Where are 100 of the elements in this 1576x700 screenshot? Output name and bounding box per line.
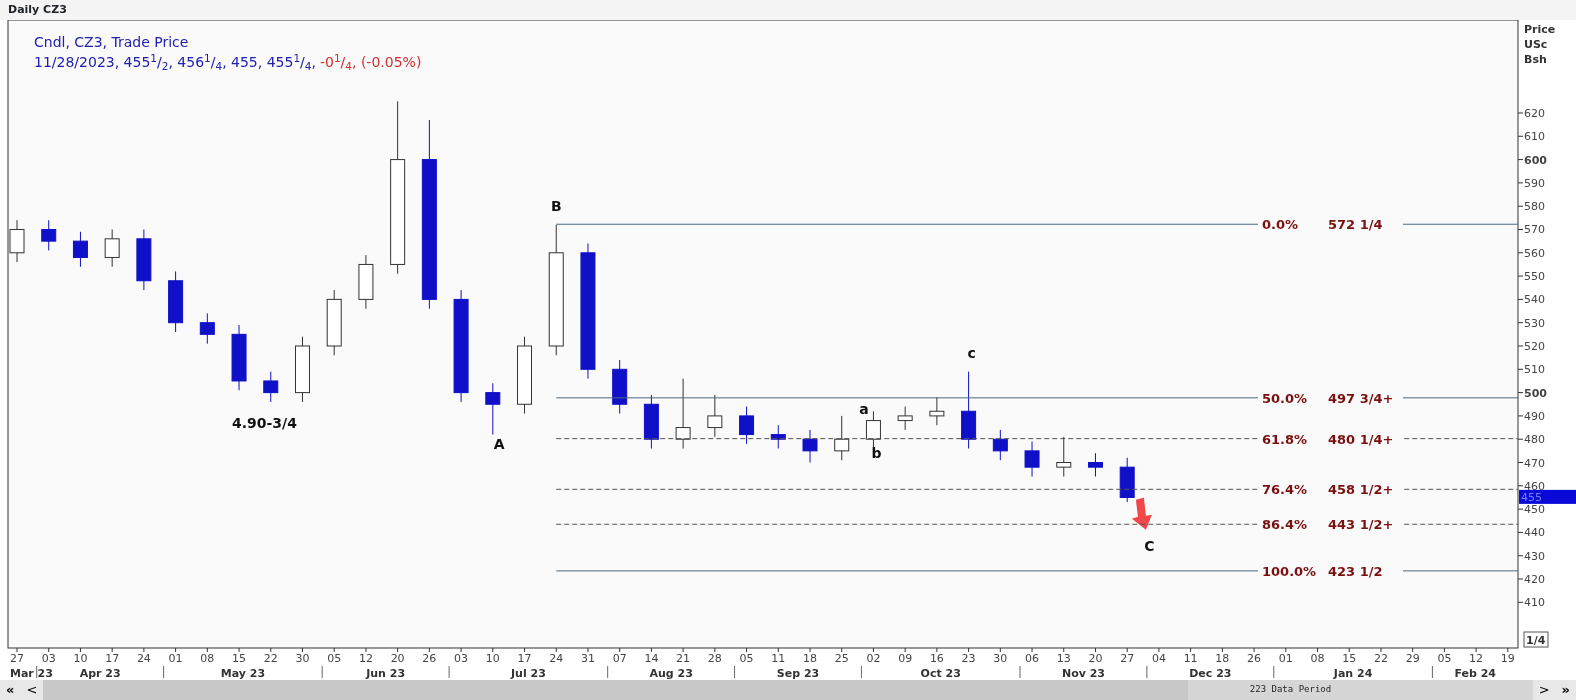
data-period-label: 223 Data Period (1249, 683, 1332, 697)
wave-label: c (967, 344, 976, 361)
axis-label: 620 (1524, 107, 1545, 120)
axis-label: 22 (263, 652, 278, 665)
wave-label: 4.90-3/4 (231, 414, 297, 431)
retracement-percent: 0.0% (1262, 217, 1299, 233)
month-label: Oct 23 (920, 667, 961, 680)
axis-label: 30 (295, 652, 310, 665)
month-label: Aug 23 (649, 667, 693, 680)
candle (707, 394, 723, 438)
axis-label: 29 (1405, 652, 1420, 665)
axis-label: 05 (1437, 652, 1452, 665)
wave-label: b (871, 444, 882, 461)
retracement-percent: 100.0% (1262, 563, 1317, 579)
axis-label: 15 (232, 652, 247, 665)
axis-label: 12 (1469, 652, 1484, 665)
axis-label: 450 (1524, 503, 1545, 517)
axis-label: 27 (1120, 652, 1135, 665)
axis-label: 04 (1151, 652, 1166, 665)
axis-label: 26 (1247, 652, 1262, 665)
month-label: Jan 24 (1333, 667, 1373, 680)
candle (802, 429, 818, 463)
axis-label: 16 (929, 652, 944, 665)
month-label: Apr 23 (79, 667, 121, 680)
axis-label: 580 (1524, 200, 1545, 214)
axis-label: 21 (676, 652, 691, 665)
axis-label: 10 (73, 652, 88, 665)
retracement-percent: 86.4% (1262, 517, 1308, 533)
axis-label: 28 (707, 652, 722, 665)
wave-label: C (1144, 538, 1155, 555)
axis-label: 11 (771, 652, 786, 665)
candle (1119, 457, 1135, 503)
wave-label: a (859, 400, 869, 417)
axis-label: 550 (1524, 270, 1545, 284)
axis-label: 18 (803, 652, 817, 665)
candle (231, 324, 247, 391)
axis-label: 14 (644, 652, 659, 665)
retracement-price: 480 1/4+ (1328, 431, 1394, 447)
axis-label: 420 (1524, 573, 1545, 586)
axis-label: 430 (1524, 549, 1545, 563)
axis-label: 08 (200, 652, 215, 665)
legend-change: -0$^{1}$/$_{4}$, (-0.05%) (319, 52, 422, 72)
axis-label: 20 (390, 652, 405, 665)
candle (612, 359, 628, 415)
axis-label: 30 (993, 652, 1008, 665)
month-label: Jul 23 (510, 667, 546, 680)
axis-label: 03 (41, 652, 56, 665)
axis-label: 27 (10, 652, 24, 665)
month-label: Feb 24 (1454, 667, 1496, 680)
axis-label: 05 (327, 652, 342, 665)
axis-label: 530 (1524, 316, 1545, 330)
candle (72, 231, 88, 268)
price-tag: 455 (1519, 489, 1576, 504)
axis-label: 26 (422, 652, 437, 665)
axis-label: 600 (1524, 153, 1547, 167)
axis-label: 10 (485, 652, 500, 665)
axis-label: 01 (168, 652, 183, 665)
candle (1056, 436, 1072, 477)
retracement-price: 423 1/2 (1328, 563, 1383, 579)
axis-label: 570 (1524, 223, 1545, 237)
axis-label: 17 (105, 652, 120, 665)
axis-label: 07 (612, 652, 627, 665)
candle (168, 270, 184, 333)
candle (897, 406, 913, 431)
candle (136, 229, 152, 291)
scale-button[interactable]: 1/4 (1523, 631, 1549, 648)
candle (1024, 441, 1040, 477)
axis-label: 490 (1524, 409, 1545, 423)
axis-label: 20 (1088, 652, 1103, 665)
candle (643, 394, 659, 450)
month-label: Sep 23 (776, 667, 820, 680)
axis-label: 510 (1524, 363, 1545, 377)
axis-label: 08 (1310, 652, 1325, 665)
candle (834, 415, 850, 461)
candle (992, 429, 1008, 461)
axis-label: 22 (1373, 652, 1388, 665)
axis-label: 23 (961, 652, 976, 665)
candle (770, 424, 786, 450)
axis-label: 410 (1524, 596, 1545, 610)
retracement-percent: 50.0% (1262, 390, 1308, 406)
axis-label: 500 (1524, 386, 1547, 400)
axis-title: USc (1524, 38, 1548, 51)
scrollbar-thumb[interactable] (43, 680, 1189, 700)
legend-values: 11/28/2023, 455$^{1}$/$_{2}$, 456$^{1}$/$_{4}$, 455, 455$^{1}$/$_{4}$, (34, 52, 316, 72)
down-arrow-icon (1131, 497, 1152, 530)
axis-label: 17 (517, 652, 532, 665)
month-label: Nov 23 (1061, 667, 1105, 680)
axis-label: 31 (580, 652, 595, 665)
retracement-price: 443 1/2+ (1328, 517, 1394, 533)
retracement-percent: 76.4% (1262, 482, 1308, 498)
axis-label: 13 (1056, 652, 1071, 665)
candle (739, 406, 755, 445)
retracement-percent: 61.8% (1262, 431, 1308, 447)
candle (199, 312, 215, 345)
axis-label: 24 (136, 652, 151, 665)
candle (104, 229, 120, 268)
axis-label: 12 (358, 652, 373, 665)
axis-label: 470 (1524, 456, 1545, 470)
axis-label: 03 (454, 652, 469, 665)
axis-label: 560 (1524, 246, 1545, 260)
